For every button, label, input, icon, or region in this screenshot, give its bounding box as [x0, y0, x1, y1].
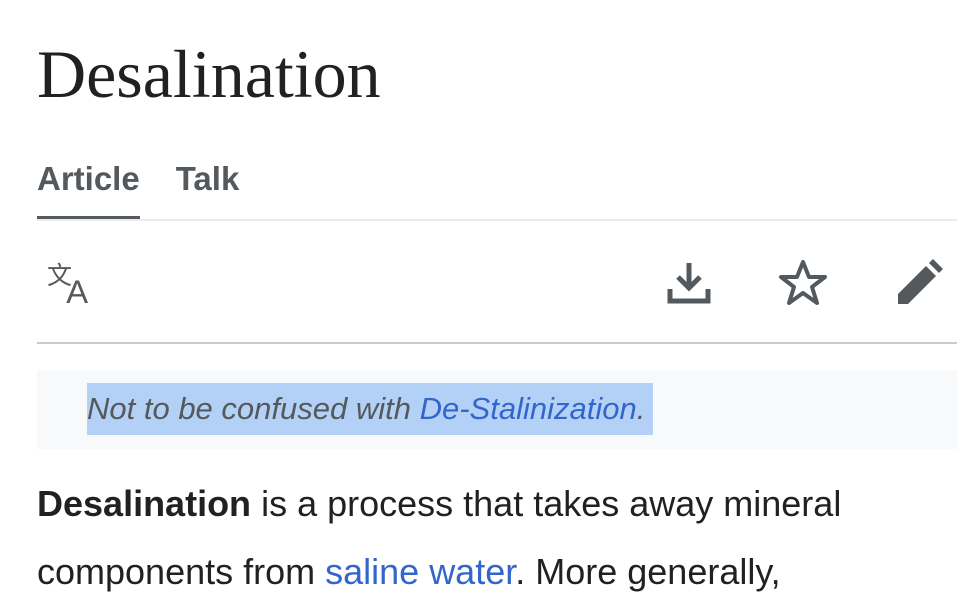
- tab-talk[interactable]: Talk: [176, 155, 240, 221]
- download-icon[interactable]: [663, 257, 715, 309]
- hatnote: Not to be confused with De-Stalinization…: [87, 383, 654, 435]
- svg-text:A: A: [66, 273, 88, 306]
- hatnote-link-destalinization[interactable]: De-Stalinization: [420, 391, 637, 426]
- star-icon[interactable]: [777, 257, 829, 309]
- hatnote-suffix: .: [636, 391, 646, 426]
- page-toolbar: 文 A: [37, 221, 957, 342]
- lead-paragraph: Desalination is a process that takes awa…: [37, 470, 967, 604]
- edit-icon[interactable]: [893, 257, 945, 309]
- link-saline-water[interactable]: saline water: [325, 551, 515, 592]
- toolbar-divider: [37, 342, 957, 344]
- page-tabs: Article Talk: [37, 155, 239, 221]
- bold-term: Desalination: [37, 483, 252, 524]
- paragraph-text-2: . More generally,: [515, 551, 781, 592]
- page-title: Desalination: [37, 36, 381, 112]
- language-icon[interactable]: 文 A: [47, 257, 99, 309]
- hatnote-prefix: Not to be confused with: [87, 391, 420, 426]
- tab-article[interactable]: Article: [37, 155, 140, 221]
